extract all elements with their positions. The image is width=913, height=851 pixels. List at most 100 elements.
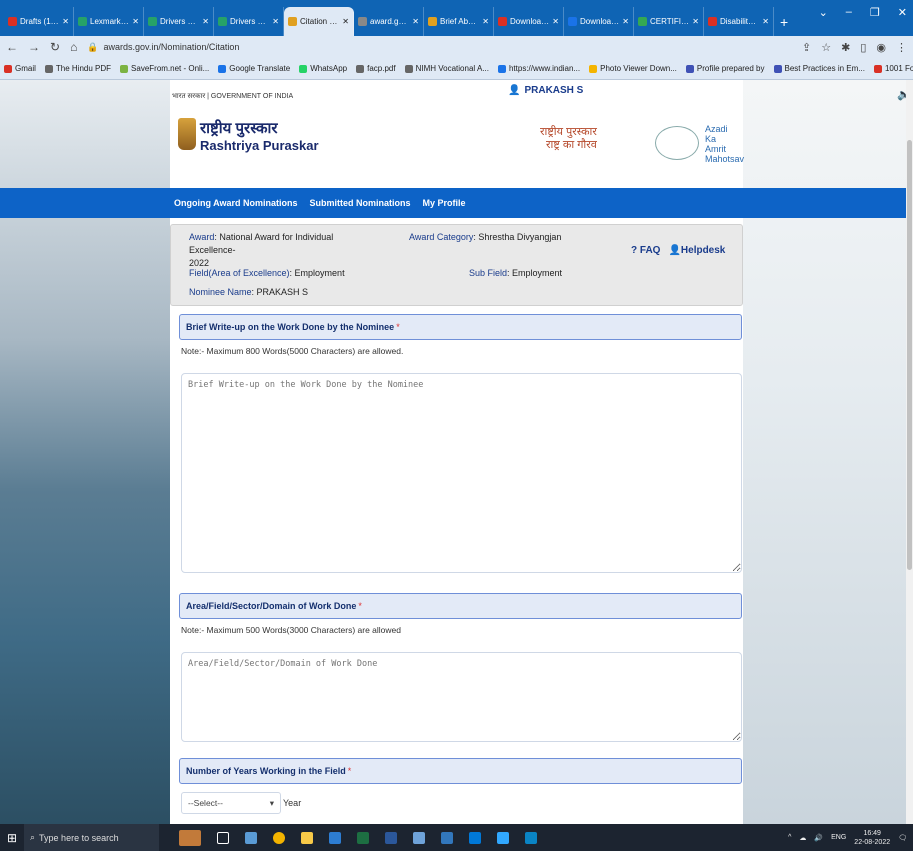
- edge-icon[interactable]: [441, 831, 453, 844]
- browser-tab[interactable]: Drivers & down✕: [214, 7, 284, 36]
- photos-icon[interactable]: [525, 831, 537, 844]
- bookmark-label: WhatsApp: [310, 64, 348, 73]
- page-scrollbar[interactable]: [906, 80, 913, 824]
- store-icon[interactable]: [329, 831, 341, 844]
- browser-tab[interactable]: Citation | Awar✕: [284, 7, 354, 36]
- photoshop-icon[interactable]: [497, 831, 509, 844]
- area-textarea[interactable]: [181, 652, 742, 742]
- favicon-icon: [288, 17, 297, 26]
- close-icon[interactable]: ✕: [898, 6, 907, 19]
- bookmark-item[interactable]: SaveFrom.net - Onli...: [120, 64, 209, 73]
- reload-icon[interactable]: ↻: [50, 40, 60, 54]
- scrollbar-thumb[interactable]: [907, 140, 912, 570]
- volume-icon[interactable]: 🔊: [814, 834, 823, 842]
- nav-item[interactable]: Submitted Nominations: [310, 194, 411, 212]
- bookmark-label: Gmail: [15, 64, 36, 73]
- tab-close-icon[interactable]: ✕: [622, 17, 629, 26]
- profile-icon[interactable]: ◉: [876, 41, 886, 54]
- windows-taskbar: ⊞ ⌕ Type here to search ^ ☁ 🔊 ENG 16:49 …: [0, 824, 913, 851]
- chevron-down-icon[interactable]: ⌄: [819, 6, 828, 19]
- bookmark-label: Profile prepared by: [696, 64, 765, 73]
- share-icon[interactable]: ⇪: [802, 41, 811, 54]
- back-arrow-icon[interactable]: ←: [6, 40, 18, 54]
- bookmark-favicon-icon: [218, 64, 227, 73]
- menu-icon[interactable]: ⋮: [896, 41, 907, 54]
- bookmark-item[interactable]: WhatsApp: [299, 64, 347, 73]
- nav-item[interactable]: My Profile: [423, 194, 466, 212]
- years-suffix: Year: [283, 798, 302, 808]
- new-tab-icon[interactable]: +: [774, 14, 794, 36]
- tab-close-icon[interactable]: ✕: [272, 17, 279, 26]
- user-name: PRAKASH S: [524, 85, 584, 96]
- browser-tab[interactable]: Drivers & down✕: [144, 7, 214, 36]
- taskbar-search[interactable]: ⌕ Type here to search: [24, 824, 159, 851]
- writeup-textarea[interactable]: [181, 373, 742, 573]
- award-info-box: Award: National Award for Individual Exc…: [170, 224, 743, 306]
- notepad-icon[interactable]: [245, 831, 257, 844]
- browser-tab[interactable]: Brief About Nor✕: [424, 7, 494, 36]
- question-icon: ?: [631, 245, 638, 256]
- years-select[interactable]: --Select-- ▾: [181, 792, 281, 814]
- network-icon[interactable]: ☁: [799, 834, 806, 842]
- tab-close-icon[interactable]: ✕: [202, 17, 209, 26]
- bookmark-item[interactable]: Photo Viewer Down...: [589, 64, 677, 73]
- star-icon[interactable]: ☆: [821, 41, 831, 54]
- mail-icon[interactable]: [469, 831, 481, 844]
- toolbar-actions: ⇪ ☆ ✱ ▯ ◉ ⋮: [802, 41, 907, 54]
- app-icon[interactable]: [413, 831, 425, 844]
- browser-tab[interactable]: Drafts (127) - ra✕: [4, 7, 74, 36]
- tab-close-icon[interactable]: ✕: [132, 17, 139, 26]
- user-menu[interactable]: 👤 PRAKASH S: [508, 85, 583, 96]
- notifications-icon[interactable]: 🗨: [898, 834, 907, 842]
- tab-title: Disability_Certi: [720, 17, 759, 26]
- helpdesk-icon: 👤: [668, 245, 681, 256]
- faq-link[interactable]: ? FAQ: [631, 245, 660, 256]
- browser-tab[interactable]: Download file |✕: [494, 7, 564, 36]
- home-icon[interactable]: ⌂: [70, 40, 77, 54]
- browser-tab[interactable]: award.gov.in✕: [354, 7, 424, 36]
- bookmark-item[interactable]: facp.pdf: [356, 64, 396, 73]
- bookmark-item[interactable]: Gmail: [4, 64, 36, 73]
- tab-close-icon[interactable]: ✕: [692, 17, 699, 26]
- tab-close-icon[interactable]: ✕: [482, 17, 489, 26]
- bookmark-item[interactable]: 1001 Fonts - Free F...: [873, 64, 913, 73]
- favicon-icon: [428, 17, 437, 26]
- bookmark-item[interactable]: Google Translate: [218, 64, 290, 73]
- clock[interactable]: 16:49 22-08-2022: [854, 829, 890, 847]
- extensions-icon[interactable]: ✱: [841, 41, 850, 54]
- tab-close-icon[interactable]: ✕: [342, 17, 349, 26]
- browser-tab[interactable]: CERTIFICATE O✕: [634, 7, 704, 36]
- minimize-icon[interactable]: –: [846, 6, 852, 19]
- lang-indicator[interactable]: ENG: [831, 834, 846, 841]
- cortana-icon[interactable]: [179, 829, 201, 846]
- restore-icon[interactable]: ❐: [870, 6, 880, 19]
- chevron-up-icon[interactable]: ^: [788, 834, 791, 841]
- forward-arrow-icon[interactable]: →: [28, 40, 40, 54]
- bookmark-item[interactable]: Profile prepared by: [685, 64, 765, 73]
- bookmark-favicon-icon: [589, 64, 598, 73]
- chrome-icon[interactable]: [273, 831, 285, 844]
- windows-start-icon[interactable]: ⊞: [0, 831, 24, 845]
- excel-icon[interactable]: [357, 831, 369, 844]
- tab-close-icon[interactable]: ✕: [552, 17, 559, 26]
- tab-close-icon[interactable]: ✕: [762, 17, 769, 26]
- nav-item[interactable]: Ongoing Award Nominations: [174, 194, 298, 212]
- nominee-label: Nominee Name: [189, 287, 252, 297]
- bookmark-item[interactable]: NIMH Vocational A...: [404, 64, 489, 73]
- bookmark-item[interactable]: https://www.indian...: [497, 64, 580, 73]
- tab-close-icon[interactable]: ✕: [62, 17, 69, 26]
- task-view-icon[interactable]: [217, 831, 229, 844]
- helpdesk-link[interactable]: 👤Helpdesk: [668, 245, 725, 256]
- browser-tab[interactable]: Downloads ✕: [564, 7, 634, 36]
- tab-close-icon[interactable]: ✕: [412, 17, 419, 26]
- tab-title: Drivers & down: [230, 17, 270, 26]
- bookmark-item[interactable]: The Hindu PDF: [44, 64, 111, 73]
- browser-tab[interactable]: Lexmark MX310✕: [74, 7, 144, 36]
- chevron-down-icon: ▾: [269, 797, 274, 808]
- url-field[interactable]: 🔒 awards.gov.in/Nomination/Citation: [87, 38, 792, 56]
- browser-tab[interactable]: Disability_Certi✕: [704, 7, 774, 36]
- file-explorer-icon[interactable]: [301, 831, 313, 844]
- bookmark-item[interactable]: Best Practices in Em...: [773, 64, 865, 73]
- sidebar-icon[interactable]: ▯: [860, 41, 866, 54]
- word-icon[interactable]: [385, 831, 397, 844]
